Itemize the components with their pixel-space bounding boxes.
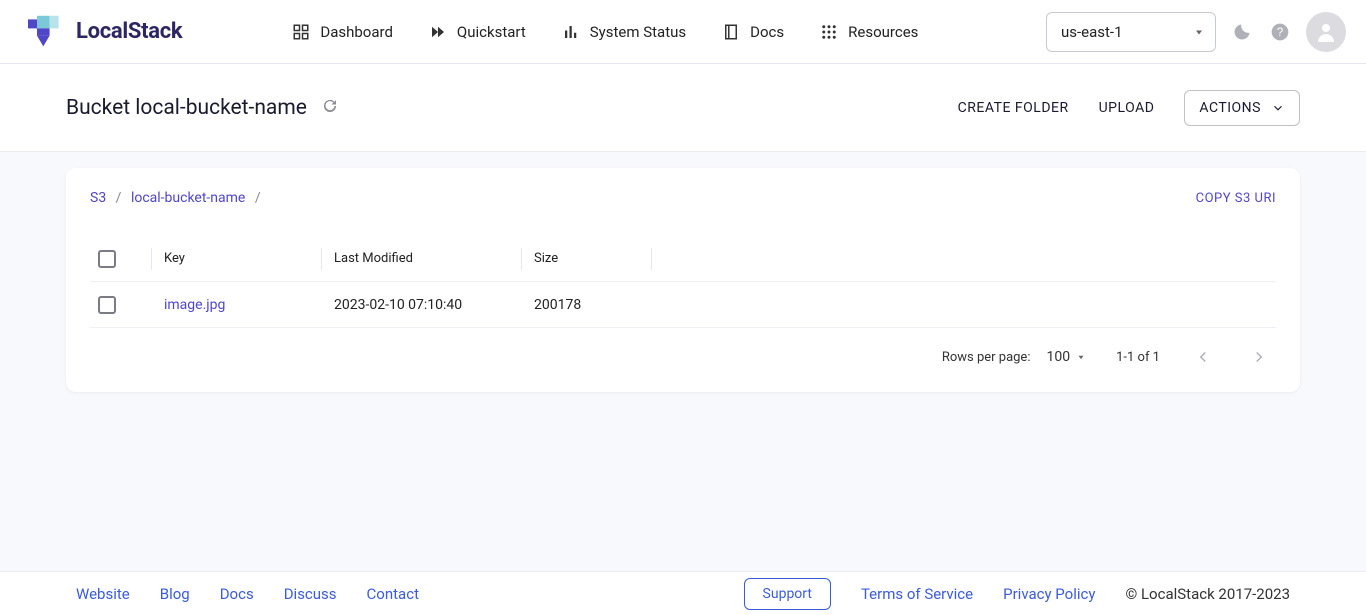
actions-label: ACTIONS [1199, 100, 1261, 116]
nav-quickstart-label: Quickstart [457, 23, 526, 41]
chevron-left-icon [1194, 348, 1212, 366]
chevron-down-icon [1271, 101, 1285, 115]
object-size: 200178 [526, 297, 646, 313]
dashboard-icon [292, 23, 310, 41]
chevron-right-icon [1250, 348, 1268, 366]
create-folder-button[interactable]: CREATE FOLDER [958, 100, 1069, 116]
book-icon [722, 23, 740, 41]
actions-menu-button[interactable]: ACTIONS [1184, 90, 1300, 126]
caret-down-icon [1193, 26, 1205, 38]
footer-website[interactable]: Website [76, 585, 130, 603]
object-last-modified: 2023-02-10 07:10:40 [326, 297, 516, 313]
rows-per-page-select[interactable]: 100 [1046, 349, 1086, 365]
moon-icon [1232, 22, 1252, 42]
region-select[interactable]: us-east-1 [1046, 12, 1216, 52]
header-size: Size [526, 251, 646, 266]
pagination-range: 1-1 of 1 [1116, 350, 1160, 365]
user-avatar[interactable] [1306, 12, 1346, 52]
breadcrumb-sep: / [255, 190, 261, 206]
column-separator [651, 248, 652, 270]
table-row: image.jpg 2023-02-10 07:10:40 200178 [90, 282, 1276, 328]
refresh-icon [321, 97, 339, 115]
caret-down-icon [1076, 352, 1086, 362]
help-icon: ? [1270, 22, 1290, 42]
prev-page-button[interactable] [1190, 344, 1216, 370]
nav-quickstart[interactable]: Quickstart [429, 23, 526, 41]
nav-system-status[interactable]: System Status [562, 23, 686, 41]
topbar-right: us-east-1 ? [1046, 12, 1346, 52]
footer-privacy[interactable]: Privacy Policy [1003, 585, 1095, 603]
help-button[interactable]: ? [1268, 20, 1292, 44]
footer-terms[interactable]: Terms of Service [861, 585, 973, 603]
localstack-logo-icon [24, 14, 68, 50]
page-header: Bucket local-bucket-name CREATE FOLDER U… [0, 64, 1366, 152]
nav-resources-label: Resources [848, 23, 918, 41]
support-button[interactable]: Support [744, 578, 831, 610]
objects-table: Key Last Modified Size image.jpg 2023-02… [90, 236, 1276, 328]
column-separator [321, 248, 322, 270]
footer-copyright: © LocalStack 2017-2023 [1125, 585, 1290, 603]
refresh-button[interactable] [321, 97, 339, 119]
column-separator [521, 248, 522, 270]
footer-docs[interactable]: Docs [220, 585, 254, 603]
breadcrumb-bucket[interactable]: local-bucket-name [131, 190, 245, 206]
brand-name: LocalStack [76, 19, 182, 44]
footer-blog[interactable]: Blog [160, 585, 190, 603]
nav-system-status-label: System Status [590, 23, 686, 41]
header-last-modified: Last Modified [326, 251, 516, 266]
bucket-card: S3 / local-bucket-name / COPY S3 URI Key… [66, 168, 1300, 392]
breadcrumb-root[interactable]: S3 [90, 190, 106, 206]
copy-s3-uri-button[interactable]: COPY S3 URI [1196, 191, 1276, 206]
select-all-checkbox[interactable] [98, 250, 116, 268]
next-page-button[interactable] [1246, 344, 1272, 370]
rows-per-page-value: 100 [1046, 349, 1070, 365]
table-header: Key Last Modified Size [90, 236, 1276, 282]
upload-button[interactable]: UPLOAD [1099, 100, 1155, 116]
top-bar: LocalStack Dashboard Quickstart System S… [0, 0, 1366, 64]
nav-dashboard[interactable]: Dashboard [292, 23, 393, 41]
footer-contact[interactable]: Contact [367, 585, 419, 603]
breadcrumb: S3 / local-bucket-name / [90, 190, 267, 206]
brand-logo[interactable]: LocalStack [24, 14, 182, 50]
fast-forward-icon [429, 23, 447, 41]
main-nav: Dashboard Quickstart System Status Docs … [292, 23, 1046, 41]
column-separator [151, 248, 152, 270]
footer-discuss[interactable]: Discuss [284, 585, 337, 603]
nav-docs[interactable]: Docs [722, 23, 784, 41]
person-icon [1314, 20, 1338, 44]
svg-text:?: ? [1277, 26, 1284, 39]
rows-per-page-label: Rows per page: [942, 350, 1031, 365]
row-checkbox[interactable] [98, 296, 116, 314]
grid-icon [820, 23, 838, 41]
footer: Website Blog Docs Discuss Contact Suppor… [0, 571, 1366, 615]
page-title: Bucket local-bucket-name [66, 96, 307, 120]
nav-docs-label: Docs [750, 23, 784, 41]
breadcrumb-sep: / [116, 190, 122, 206]
nav-resources[interactable]: Resources [820, 23, 918, 41]
object-key-link[interactable]: image.jpg [164, 297, 225, 313]
header-key: Key [156, 251, 316, 266]
nav-dashboard-label: Dashboard [320, 23, 393, 41]
theme-toggle[interactable] [1230, 20, 1254, 44]
pagination: Rows per page: 100 1-1 of 1 [90, 328, 1276, 382]
bar-chart-icon [562, 23, 580, 41]
region-selected: us-east-1 [1061, 23, 1123, 41]
